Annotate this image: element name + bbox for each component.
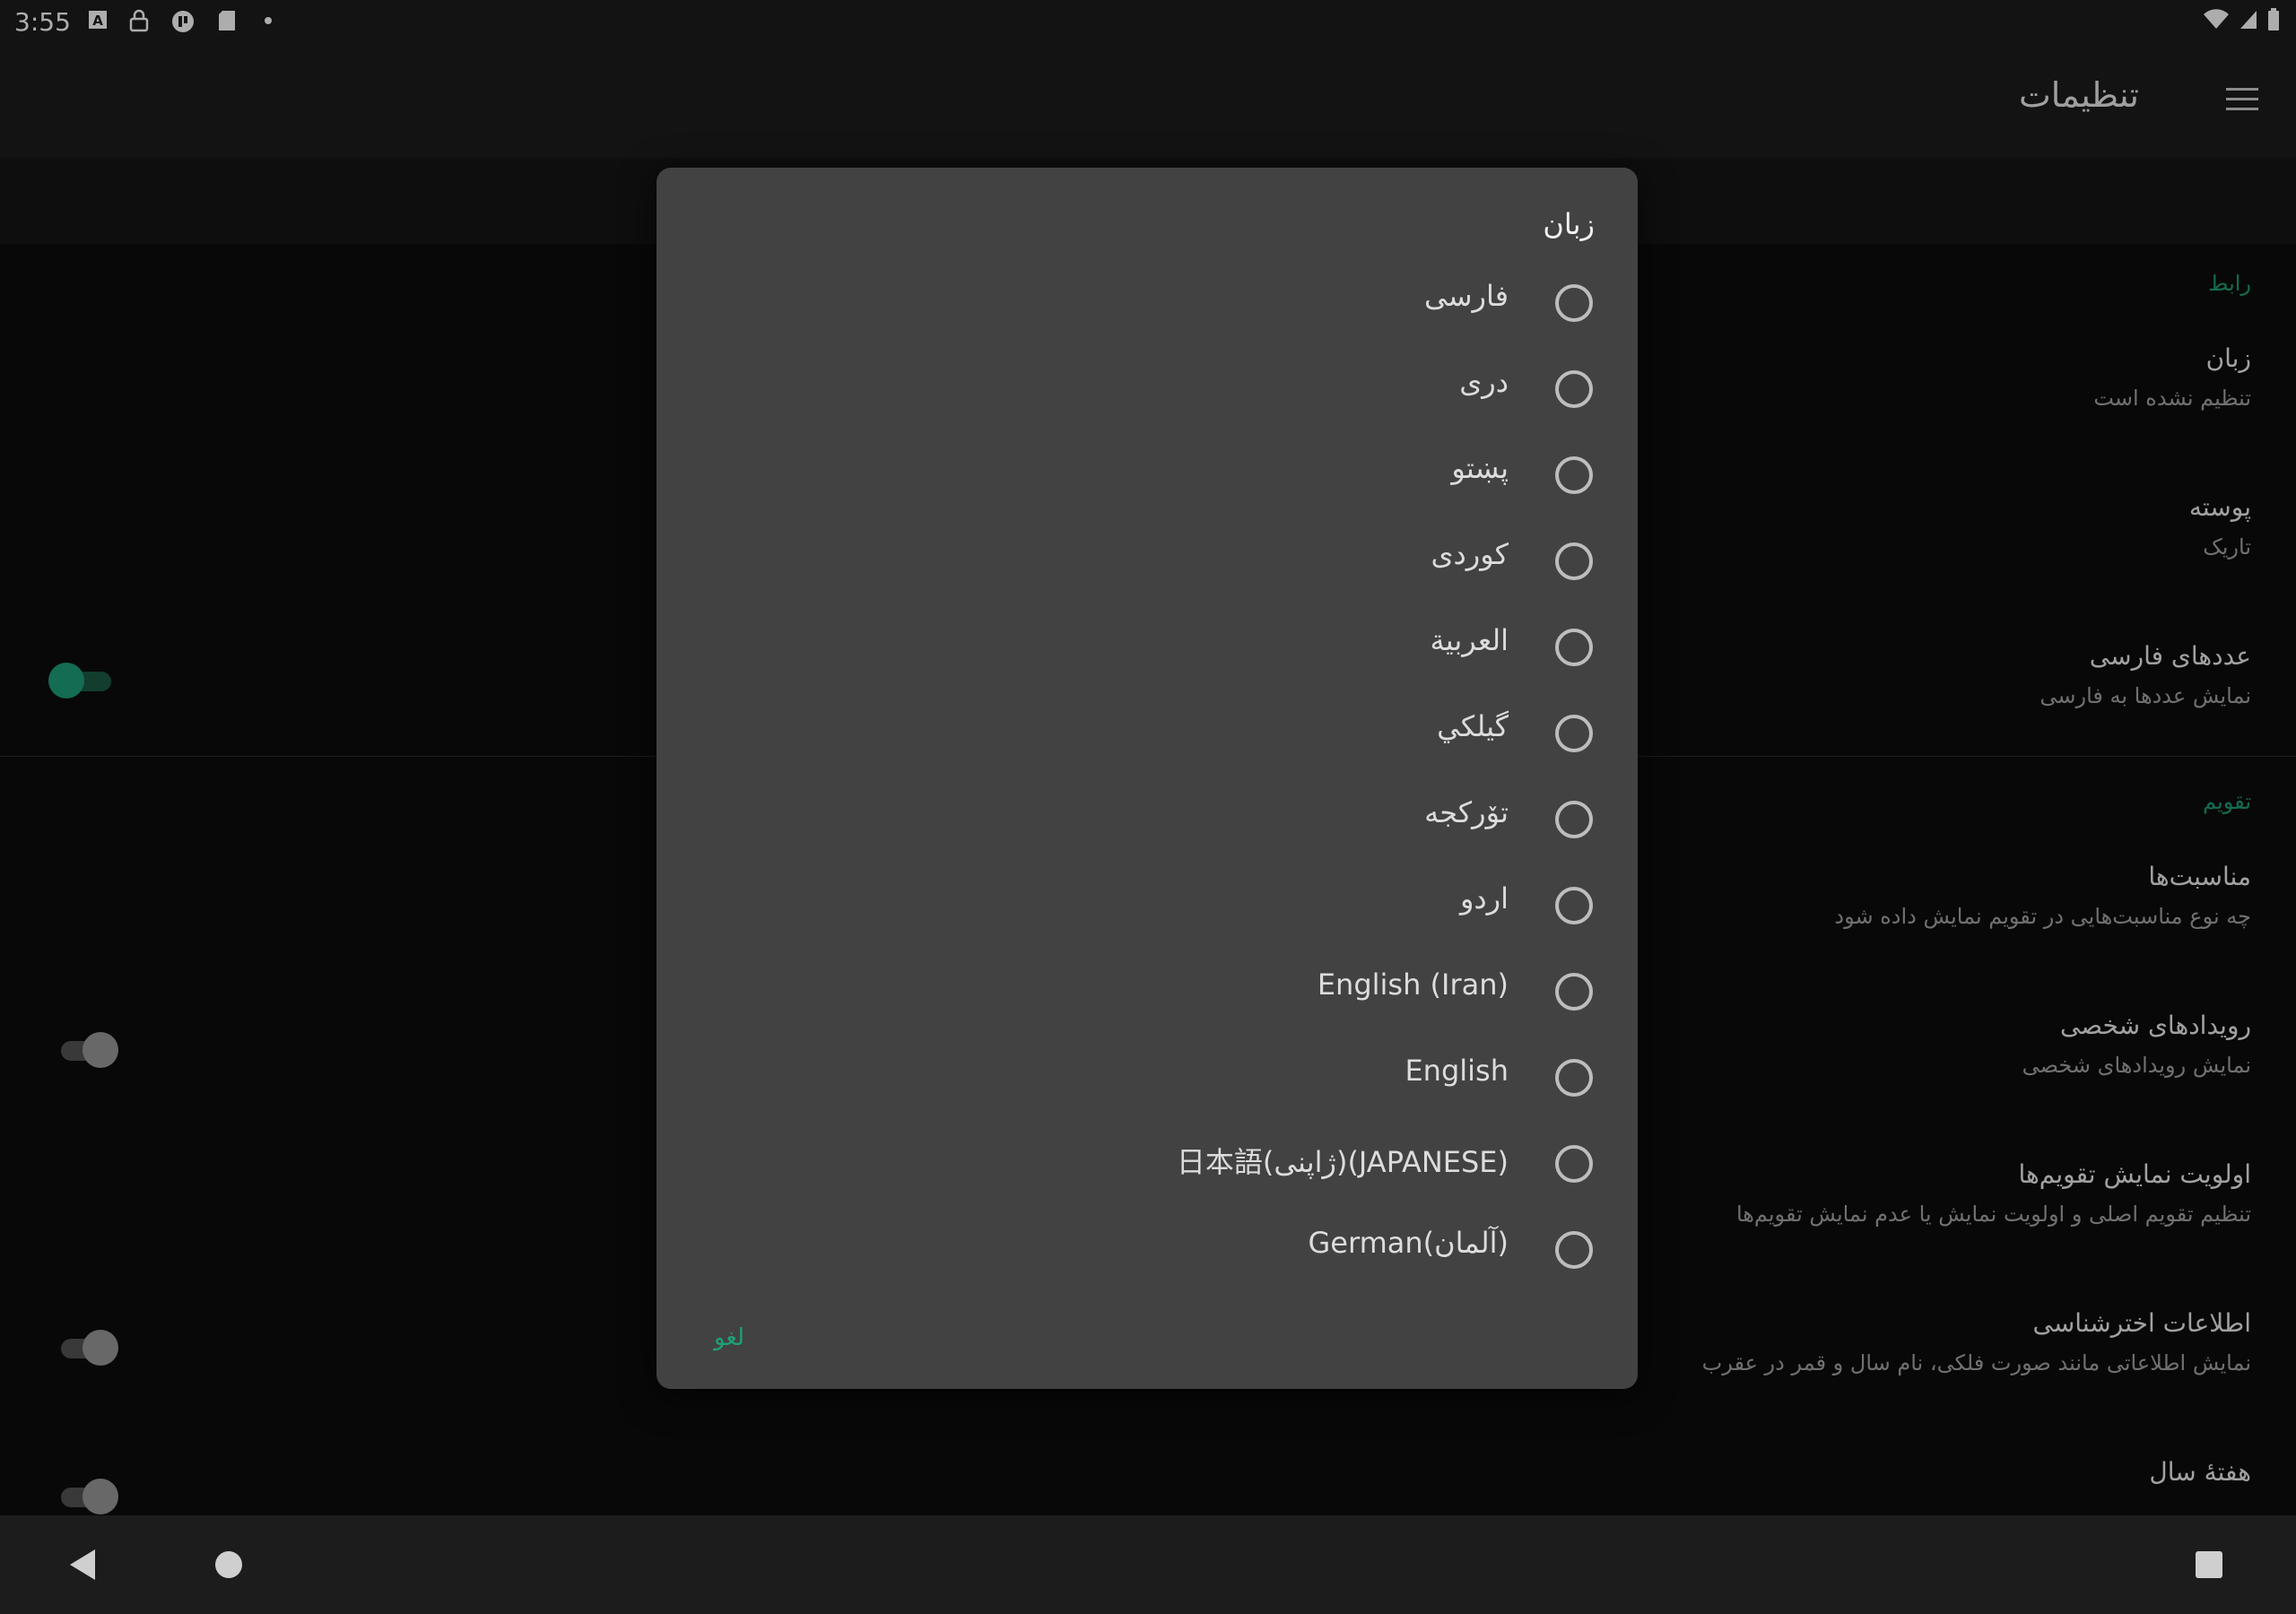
language-dialog: زبان فارسی دری پښتو کوردی العربية گیلکي …: [657, 168, 1638, 1389]
language-option[interactable]: German(آلمان): [657, 1206, 1638, 1292]
dialog-title: زبان: [1543, 207, 1595, 241]
option-label: تۆرکجه: [1424, 795, 1509, 829]
radio-button[interactable]: [1555, 973, 1593, 1011]
recents-icon[interactable]: [2196, 1551, 2222, 1578]
radio-button[interactable]: [1555, 1145, 1593, 1183]
option-label: فارسی: [1424, 279, 1509, 313]
option-label: 日本語(ژاپنی)(JAPANESE): [1176, 1145, 1509, 1179]
radio-button[interactable]: [1555, 629, 1593, 666]
language-option[interactable]: فارسی: [657, 259, 1638, 345]
navigation-bar: [0, 1515, 2296, 1614]
option-label: پښتو: [1451, 451, 1509, 485]
language-option[interactable]: گیلکي: [657, 690, 1638, 776]
option-label: اردو: [1459, 881, 1509, 915]
radio-button[interactable]: [1555, 370, 1593, 408]
language-option[interactable]: English (Iran): [657, 948, 1638, 1034]
radio-button[interactable]: [1555, 715, 1593, 752]
option-label: گیلکي: [1437, 709, 1509, 743]
option-label: کوردی: [1431, 537, 1509, 571]
radio-button[interactable]: [1555, 542, 1593, 580]
language-option[interactable]: پښتو: [657, 431, 1638, 517]
option-label: English: [1405, 1054, 1509, 1088]
language-options: فارسی دری پښتو کوردی العربية گیلکي تۆرکج…: [657, 259, 1638, 1292]
language-option[interactable]: English: [657, 1034, 1638, 1120]
option-label: German(آلمان): [1308, 1226, 1509, 1260]
back-icon[interactable]: [70, 1549, 95, 1580]
option-label: العربية: [1430, 623, 1509, 657]
option-label: English (Iran): [1317, 968, 1509, 1002]
language-option[interactable]: العربية: [657, 603, 1638, 690]
radio-button[interactable]: [1555, 456, 1593, 494]
language-option[interactable]: تۆرکجه: [657, 776, 1638, 862]
radio-button[interactable]: [1555, 284, 1593, 322]
radio-button[interactable]: [1555, 887, 1593, 924]
radio-button[interactable]: [1555, 801, 1593, 838]
home-icon[interactable]: [215, 1551, 242, 1578]
language-option[interactable]: کوردی: [657, 517, 1638, 603]
language-option[interactable]: اردو: [657, 862, 1638, 948]
language-option[interactable]: دری: [657, 345, 1638, 431]
option-label: دری: [1459, 365, 1509, 399]
radio-button[interactable]: [1555, 1059, 1593, 1097]
radio-button[interactable]: [1555, 1231, 1593, 1269]
cancel-button[interactable]: لغو: [714, 1324, 744, 1351]
language-option[interactable]: 日本語(ژاپنی)(JAPANESE): [657, 1120, 1638, 1206]
